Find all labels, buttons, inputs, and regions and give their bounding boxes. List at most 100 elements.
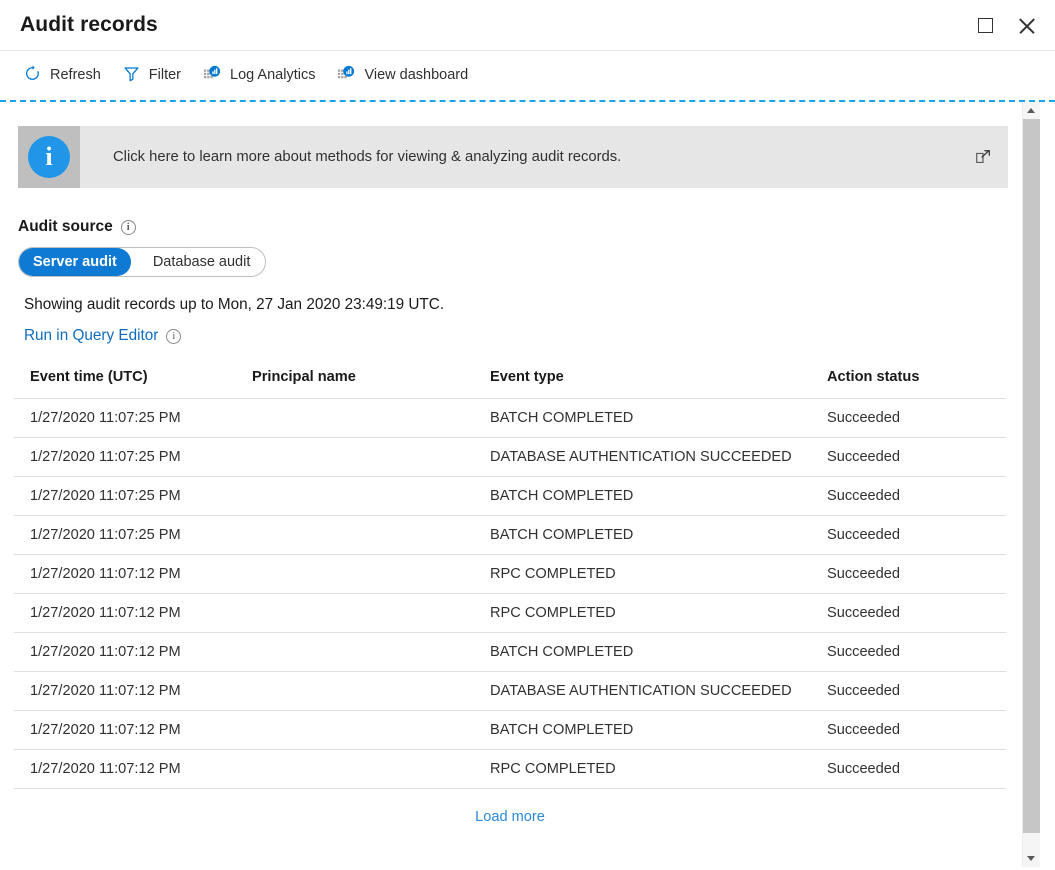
- cell-event-time: 1/27/2020 11:07:25 PM: [14, 398, 252, 438]
- cell-principal-name: [252, 554, 490, 594]
- run-in-query-editor-link[interactable]: Run in Query Editor: [24, 327, 158, 345]
- refresh-button[interactable]: Refresh: [14, 59, 111, 93]
- cell-event-time: 1/27/2020 11:07:25 PM: [14, 476, 252, 516]
- cell-event-type: DATABASE AUTHENTICATION SUCCEEDED: [490, 437, 827, 477]
- maximize-button[interactable]: [967, 9, 1003, 43]
- cell-principal-name: [252, 749, 490, 789]
- load-more-link[interactable]: Load more: [475, 809, 545, 825]
- table-row[interactable]: 1/27/2020 11:07:12 PM BATCH COMPLETED Su…: [14, 632, 1006, 672]
- audit-records-window: Audit records Refresh Filter Log Analyti…: [0, 0, 1055, 870]
- filter-label: Filter: [148, 67, 182, 84]
- log-analytics-label: Log Analytics: [230, 67, 316, 84]
- audit-source-toggle[interactable]: Server audit Database audit: [18, 247, 266, 277]
- cell-principal-name: [252, 710, 490, 750]
- cell-principal-name: [252, 437, 490, 477]
- info-banner-text: Click here to learn more about methods f…: [113, 149, 622, 165]
- cell-event-time: 1/27/2020 11:07:25 PM: [14, 437, 252, 477]
- maximize-icon: [977, 18, 993, 33]
- cell-event-time: 1/27/2020 11:07:12 PM: [14, 749, 252, 789]
- cell-action-status: Succeeded: [827, 671, 1006, 711]
- cell-principal-name: [252, 398, 490, 438]
- audit-source-label-row: Audit source i: [18, 218, 1008, 236]
- load-more-row: Load more: [14, 808, 1006, 826]
- view-dashboard-label: View dashboard: [364, 67, 469, 84]
- cell-event-time: 1/27/2020 11:07:25 PM: [14, 515, 252, 555]
- cell-event-time: 1/27/2020 11:07:12 PM: [14, 710, 252, 750]
- cell-action-status: Succeeded: [827, 554, 1006, 594]
- toggle-option-database-audit[interactable]: Database audit: [139, 248, 265, 276]
- info-icon-container: i: [18, 126, 80, 188]
- close-button[interactable]: [1009, 9, 1045, 43]
- log-analytics-icon: [203, 65, 221, 87]
- close-icon: [1019, 17, 1036, 34]
- table-header-row: Event time (UTC) Principal name Event ty…: [14, 369, 1006, 399]
- cell-action-status: Succeeded: [827, 398, 1006, 438]
- vertical-scrollbar[interactable]: [1022, 102, 1040, 867]
- cell-principal-name: [252, 515, 490, 555]
- table-row[interactable]: 1/27/2020 11:07:25 PM DATABASE AUTHENTIC…: [14, 437, 1006, 477]
- cell-event-type: BATCH COMPLETED: [490, 710, 827, 750]
- page-title: Audit records: [20, 13, 158, 36]
- column-header-principal-name[interactable]: Principal name: [252, 369, 490, 399]
- cell-action-status: Succeeded: [827, 476, 1006, 516]
- cell-action-status: Succeeded: [827, 437, 1006, 477]
- cell-event-time: 1/27/2020 11:07:12 PM: [14, 593, 252, 633]
- cell-event-type: RPC COMPLETED: [490, 593, 827, 633]
- view-dashboard-button[interactable]: View dashboard: [327, 59, 478, 93]
- cell-principal-name: [252, 593, 490, 633]
- log-analytics-button[interactable]: Log Analytics: [193, 59, 325, 93]
- column-header-event-type[interactable]: Event type: [490, 369, 827, 399]
- window-controls: [967, 0, 1045, 51]
- cell-action-status: Succeeded: [827, 632, 1006, 672]
- info-banner[interactable]: i Click here to learn more about methods…: [18, 126, 1008, 188]
- cell-event-time: 1/27/2020 11:07:12 PM: [14, 554, 252, 594]
- audit-source-info-icon[interactable]: i: [120, 219, 136, 235]
- cell-action-status: Succeeded: [827, 515, 1006, 555]
- table-body: 1/27/2020 11:07:25 PM BATCH COMPLETED Su…: [14, 398, 1006, 789]
- audit-records-table: Event time (UTC) Principal name Event ty…: [14, 369, 1006, 789]
- cell-principal-name: [252, 632, 490, 672]
- toggle-option-server-audit[interactable]: Server audit: [19, 248, 131, 276]
- cell-event-type: BATCH COMPLETED: [490, 476, 827, 516]
- view-dashboard-icon: [337, 65, 355, 87]
- cell-event-time: 1/27/2020 11:07:12 PM: [14, 632, 252, 672]
- cell-principal-name: [252, 671, 490, 711]
- cell-action-status: Succeeded: [827, 593, 1006, 633]
- table-row[interactable]: 1/27/2020 11:07:25 PM BATCH COMPLETED Su…: [14, 476, 1006, 516]
- showing-records-text: Showing audit records up to Mon, 27 Jan …: [24, 296, 445, 313]
- scroll-up-button[interactable]: [1022, 102, 1040, 119]
- cell-action-status: Succeeded: [827, 710, 1006, 750]
- refresh-icon: [24, 65, 41, 86]
- table-row[interactable]: 1/27/2020 11:07:12 PM RPC COMPLETED Succ…: [14, 749, 1006, 789]
- table-row[interactable]: 1/27/2020 11:07:25 PM BATCH COMPLETED Su…: [14, 515, 1006, 555]
- info-icon: i: [28, 136, 70, 178]
- chevron-down-icon: [1027, 856, 1035, 861]
- scroll-content: i Click here to learn more about methods…: [0, 102, 1022, 867]
- column-header-action-status[interactable]: Action status: [827, 369, 1006, 399]
- external-link-icon[interactable]: [974, 148, 992, 166]
- scrollbar-thumb[interactable]: [1022, 119, 1040, 833]
- cell-event-type: BATCH COMPLETED: [490, 515, 827, 555]
- cell-event-type: RPC COMPLETED: [490, 554, 827, 594]
- table-row[interactable]: 1/27/2020 11:07:12 PM BATCH COMPLETED Su…: [14, 710, 1006, 750]
- title-bar: Audit records: [0, 0, 1055, 51]
- table-row[interactable]: 1/27/2020 11:07:25 PM BATCH COMPLETED Su…: [14, 398, 1006, 438]
- audit-source-label: Audit source: [18, 218, 113, 235]
- table-row[interactable]: 1/27/2020 11:07:12 PM RPC COMPLETED Succ…: [14, 593, 1006, 633]
- chevron-up-icon: [1027, 108, 1035, 113]
- table-row[interactable]: 1/27/2020 11:07:12 PM DATABASE AUTHENTIC…: [14, 671, 1006, 711]
- scrollbar-track[interactable]: [1022, 119, 1040, 850]
- body-area: i Click here to learn more about methods…: [0, 102, 1055, 867]
- cell-action-status: Succeeded: [827, 749, 1006, 789]
- scroll-down-button[interactable]: [1022, 850, 1040, 867]
- query-editor-info-icon[interactable]: i: [166, 328, 182, 344]
- toolbar: Refresh Filter Log Analytics View dashbo…: [0, 51, 1055, 100]
- cell-event-type: RPC COMPLETED: [490, 749, 827, 789]
- table-row[interactable]: 1/27/2020 11:07:12 PM RPC COMPLETED Succ…: [14, 554, 1006, 594]
- cell-event-type: BATCH COMPLETED: [490, 398, 827, 438]
- filter-button[interactable]: Filter: [113, 59, 191, 93]
- column-header-event-time[interactable]: Event time (UTC): [14, 369, 252, 399]
- refresh-label: Refresh: [50, 67, 101, 84]
- query-editor-row: Run in Query Editor i: [24, 327, 1008, 345]
- cell-event-time: 1/27/2020 11:07:12 PM: [14, 671, 252, 711]
